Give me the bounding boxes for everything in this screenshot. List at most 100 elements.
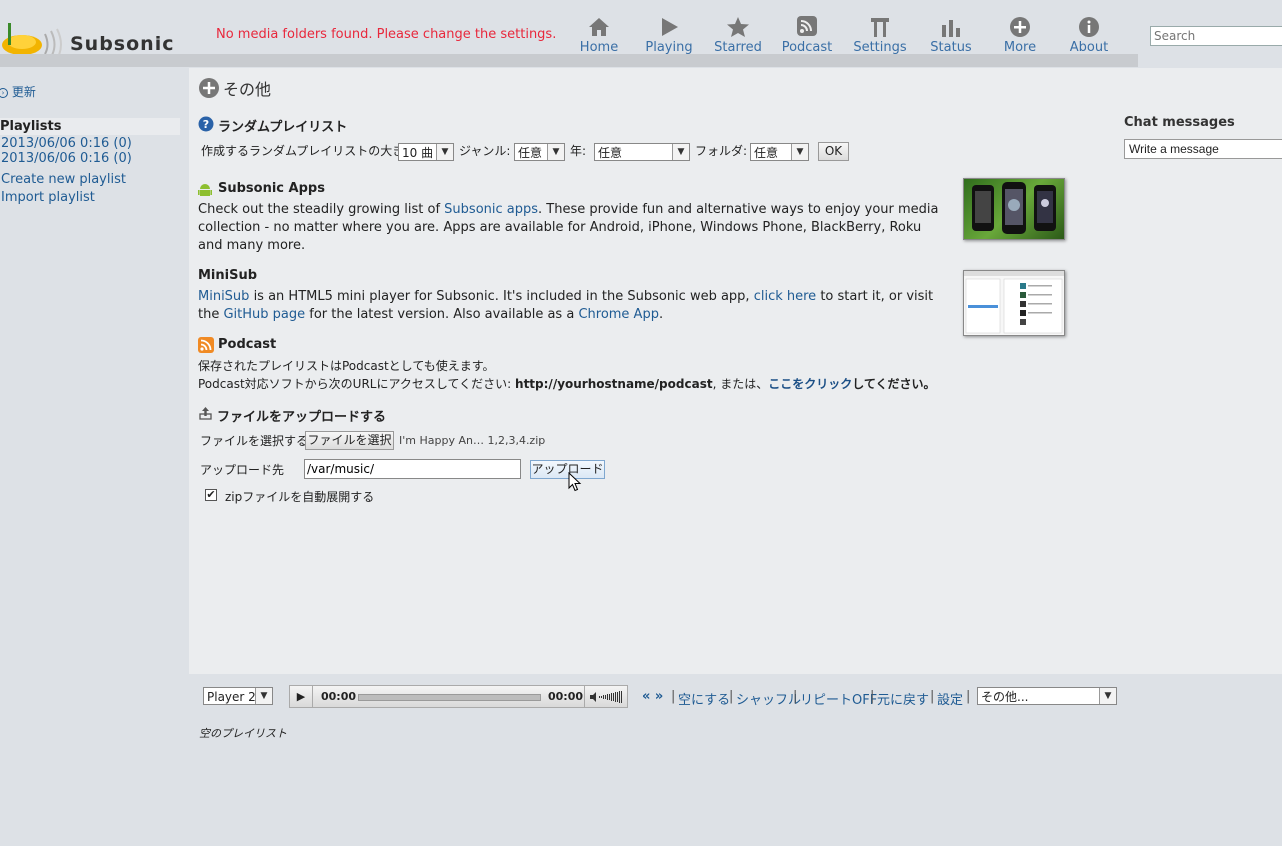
phones-image (972, 182, 1056, 234)
home-icon (589, 18, 609, 36)
podcast-title: Podcast (218, 337, 277, 352)
playlist-item[interactable]: 2013/06/06 0:16 (0) (1, 136, 132, 151)
rss-icon (198, 337, 214, 353)
genre-select[interactable]: 任意 ▼ (514, 143, 565, 161)
chrome-app-link[interactable]: Chrome App (578, 307, 659, 322)
chevron-down-icon: ▼ (436, 144, 453, 160)
about-icon (1079, 17, 1099, 37)
text: 保存されたプレイリストはPodcastとしても使えます。 (198, 359, 495, 373)
clear-link[interactable]: 空にする (678, 689, 730, 708)
horizontal-scrollbar[interactable] (0, 54, 1138, 67)
shuffle-link[interactable]: シャッフル (736, 689, 801, 708)
nav-label: Settings (853, 40, 907, 54)
play-icon (662, 18, 678, 36)
mouse-cursor-icon (568, 472, 582, 492)
podcast-click-here-link[interactable]: ここをクリック (768, 377, 852, 391)
year-select[interactable]: 任意 ▼ (594, 143, 690, 161)
minisub-text: MiniSub is an HTML5 mini player for Subs… (198, 288, 933, 324)
separator: | (930, 689, 935, 704)
chevron-down-icon: ▼ (1099, 688, 1116, 704)
year-label: 年: (570, 144, 587, 158)
unzip-checkbox[interactable]: ✔ (205, 489, 217, 501)
text: Podcast対応ソフトから次のURLにアクセスしてください: (198, 377, 516, 391)
nav-label: Podcast (781, 40, 833, 54)
time-current: 00:00 (321, 690, 357, 703)
text: , または、 (712, 377, 769, 391)
more-icon (199, 78, 219, 98)
separator: | (729, 689, 734, 704)
upload-title: ファイルをアップロードする (217, 410, 387, 425)
nav-status[interactable]: Status (916, 16, 986, 54)
refresh-link[interactable]: › 更新 (0, 83, 36, 100)
settings-link[interactable]: 設定 (937, 689, 963, 708)
text: the (198, 307, 224, 322)
repeat-link[interactable]: リピートOFF (800, 689, 877, 708)
main-panel: その他 ? ランダムプレイリスト 作成するランダムプレイリストの大きさ 10 曲… (189, 68, 1282, 674)
podcast-text: 保存されたプレイリストはPodcastとしても使えます。 Podcast対応ソフ… (198, 357, 936, 393)
subsonic-apps-thumbnail[interactable] (963, 178, 1065, 240)
play-icon: ▶ (296, 690, 306, 703)
player-select[interactable]: Player 2 ▼ (203, 687, 273, 705)
select-value: 任意 (754, 146, 779, 160)
subsonic-apps-title: Subsonic Apps (218, 181, 325, 196)
separator: | (671, 689, 676, 704)
time-total: 00:00 (548, 690, 584, 703)
nav-playing[interactable]: Playing (634, 16, 704, 54)
prev-next-buttons[interactable]: « » (642, 689, 663, 704)
click-here-link[interactable]: click here (754, 289, 816, 304)
more-actions-select[interactable]: その他... ▼ (977, 687, 1117, 705)
nav-about[interactable]: About (1054, 16, 1124, 54)
playlist-item[interactable]: 2013/06/06 0:16 (0) (1, 151, 132, 166)
folder-select[interactable]: 任意 ▼ (750, 143, 809, 161)
nav-settings[interactable]: Settings (845, 16, 915, 54)
upload-icon (199, 407, 212, 420)
choose-file-button[interactable]: ファイルを選択 (305, 431, 394, 450)
ok-button[interactable]: OK (818, 142, 849, 161)
genre-label: ジャンル: (459, 144, 511, 158)
audio-controls: ▶ 00:00 00:00 (289, 685, 628, 708)
select-value: 10 曲 (402, 146, 434, 160)
nav-label: Home (579, 40, 619, 54)
playlist-size-label: 作成するランダムプレイリストの大きさ (201, 144, 417, 158)
nav-home[interactable]: Home (564, 16, 634, 54)
empty-playlist-text: 空のプレイリスト (199, 727, 287, 740)
nav-podcast[interactable]: Podcast (772, 16, 842, 54)
player-bar: Player 2 ▼ ▶ 00:00 00:00 « » | 空にする | シャッ… (0, 674, 1282, 846)
playlist-size-select[interactable]: 10 曲 ▼ (398, 143, 454, 161)
import-playlist-link[interactable]: Import playlist (1, 190, 95, 205)
text: and many more. (198, 238, 306, 253)
minisub-thumbnail[interactable] (963, 270, 1065, 336)
svg-text:?: ? (203, 118, 209, 131)
minisub-link[interactable]: MiniSub (198, 289, 249, 304)
select-value: Player 2 (207, 690, 256, 704)
text: is an HTML5 mini player for Subsonic. It… (249, 289, 754, 304)
more-icon (1010, 17, 1030, 37)
upload-dest-label: アップロード先 (200, 463, 285, 477)
chevron-down-icon: ▼ (255, 688, 272, 704)
chat-message-input[interactable] (1124, 139, 1282, 159)
app-name: Subsonic (70, 33, 175, 54)
random-playlist-title: ランダムプレイリスト (218, 120, 348, 135)
volume-icon[interactable] (590, 691, 624, 703)
github-link[interactable]: GitHub page (223, 307, 305, 322)
top-bar: Subsonic No media folders found. Please … (0, 0, 1282, 54)
subsonic-apps-link[interactable]: Subsonic apps (444, 202, 538, 217)
chat-title: Chat messages (1124, 115, 1235, 130)
select-value: その他... (981, 690, 1029, 704)
undo-link[interactable]: 元に戻す (877, 689, 929, 708)
nav-starred[interactable]: Starred (703, 16, 773, 54)
seek-bar[interactable] (358, 694, 541, 701)
help-icon[interactable]: ? (198, 116, 214, 132)
choose-file-label: ファイルを選択する (200, 434, 309, 448)
text: . These provide fun and alternative ways… (538, 202, 939, 217)
create-playlist-link[interactable]: Create new playlist (1, 172, 126, 187)
nav-more[interactable]: More (985, 16, 1055, 54)
search-input[interactable] (1150, 26, 1282, 46)
star-icon (727, 17, 749, 37)
upload-dest-input[interactable] (304, 459, 521, 479)
chevron-down-icon: ▼ (672, 144, 689, 160)
play-button[interactable]: ▶ (290, 686, 313, 707)
nav-label: About (1069, 40, 1109, 54)
podcast-icon (797, 16, 817, 36)
text: for the latest version. Also available a… (305, 307, 579, 322)
